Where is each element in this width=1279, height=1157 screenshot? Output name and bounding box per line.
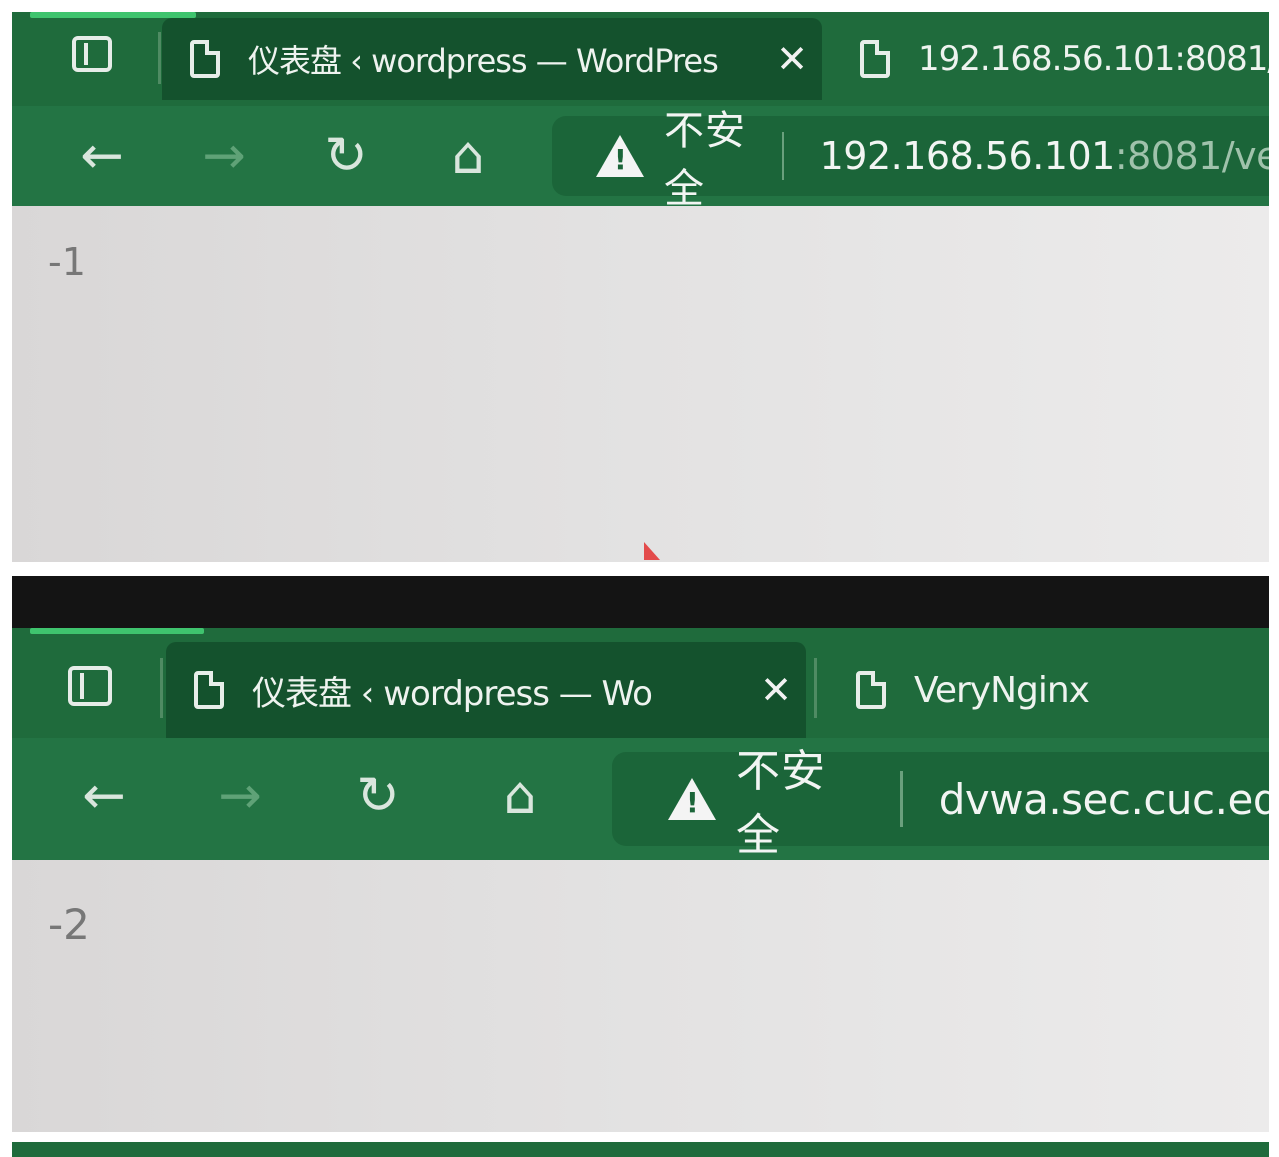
url-text[interactable]: dvwa.sec.cuc.ed (939, 775, 1269, 824)
page-content: -1 (12, 206, 1269, 562)
address-separator (781, 132, 784, 180)
close-icon[interactable]: ✕ (746, 668, 806, 712)
reload-button[interactable]: ↻ (314, 124, 378, 188)
address-separator (899, 771, 903, 827)
security-indicator[interactable]: 不安全 (736, 735, 868, 863)
tab-wordpress-dashboard[interactable]: 仪表盘 ‹ wordpress — Wo ✕ (166, 642, 806, 738)
tab-title: 仪表盘 ‹ wordpress — WordPres (248, 42, 719, 80)
tab-wordpress-dashboard[interactable]: 仪表盘 ‹ wordpress — WordPres ✕ (162, 18, 822, 100)
page-icon (860, 40, 890, 78)
browser-toolbar: ← → ↻ ⌂ 不安全 dvwa.sec.cuc.ed (12, 738, 1269, 861)
page-output-text: -1 (48, 240, 86, 284)
tab-title: 192.168.56.101:8081/ve (918, 39, 1269, 79)
address-bar[interactable]: 不安全 dvwa.sec.cuc.ed (612, 746, 1269, 861)
url-path: :8081/ve (1114, 134, 1269, 178)
back-button[interactable]: ← (72, 764, 136, 828)
warning-icon (668, 778, 716, 820)
screenshot-3-cropped (12, 1142, 1269, 1157)
reload-button[interactable]: ↻ (346, 764, 410, 828)
tab-strip: 仪表盘 ‹ wordpress — WordPres ✕ 192.168.56.… (12, 12, 1269, 108)
browser-toolbar: ← → ↻ ⌂ 不安全 192.168.56.101:8081/ve (12, 106, 1269, 212)
page-icon (190, 40, 220, 78)
url-host: 192.168.56.101 (819, 134, 1116, 178)
tab-title: VeryNginx (914, 669, 1090, 711)
warning-icon (596, 135, 644, 177)
close-icon[interactable]: ✕ (762, 37, 822, 81)
sidebar-toggle-icon[interactable] (72, 36, 112, 72)
page-icon (856, 671, 886, 709)
security-indicator[interactable]: 不安全 (664, 98, 750, 214)
url-text[interactable]: 192.168.56.101:8081/ve (820, 134, 1269, 178)
mouse-cursor-icon (644, 542, 660, 560)
home-button[interactable]: ⌂ (436, 124, 500, 188)
home-button[interactable]: ⌂ (488, 764, 552, 828)
forward-button[interactable]: → (192, 124, 256, 188)
address-bar[interactable]: 不安全 192.168.56.101:8081/ve (552, 108, 1269, 212)
page-icon (194, 671, 224, 709)
url-host: dvwa.sec.cuc.ed (938, 774, 1269, 824)
tab-strip-accent (30, 628, 204, 634)
back-button[interactable]: ← (70, 124, 134, 188)
page-content: -2 (12, 860, 1269, 1132)
screenshot-1: 仪表盘 ‹ wordpress — WordPres ✕ 192.168.56.… (12, 12, 1269, 562)
tab-title: 仪表盘 ‹ wordpress — Wo (252, 673, 653, 714)
tab-verynginx-url[interactable]: 192.168.56.101:8081/ve (832, 18, 1269, 100)
screenshot-2: 仪表盘 ‹ wordpress — Wo ✕ VeryNginx ← → ↻ ⌂… (12, 576, 1269, 1132)
forward-button[interactable]: → (208, 764, 272, 828)
page-output-text: -2 (48, 900, 90, 949)
tab-separator (158, 32, 161, 84)
tab-separator (814, 658, 817, 718)
tab-verynginx[interactable]: VeryNginx (828, 642, 1268, 738)
tab-separator (160, 658, 163, 718)
tab-strip: 仪表盘 ‹ wordpress — Wo ✕ VeryNginx (12, 628, 1269, 740)
sidebar-toggle-icon[interactable] (68, 666, 112, 706)
